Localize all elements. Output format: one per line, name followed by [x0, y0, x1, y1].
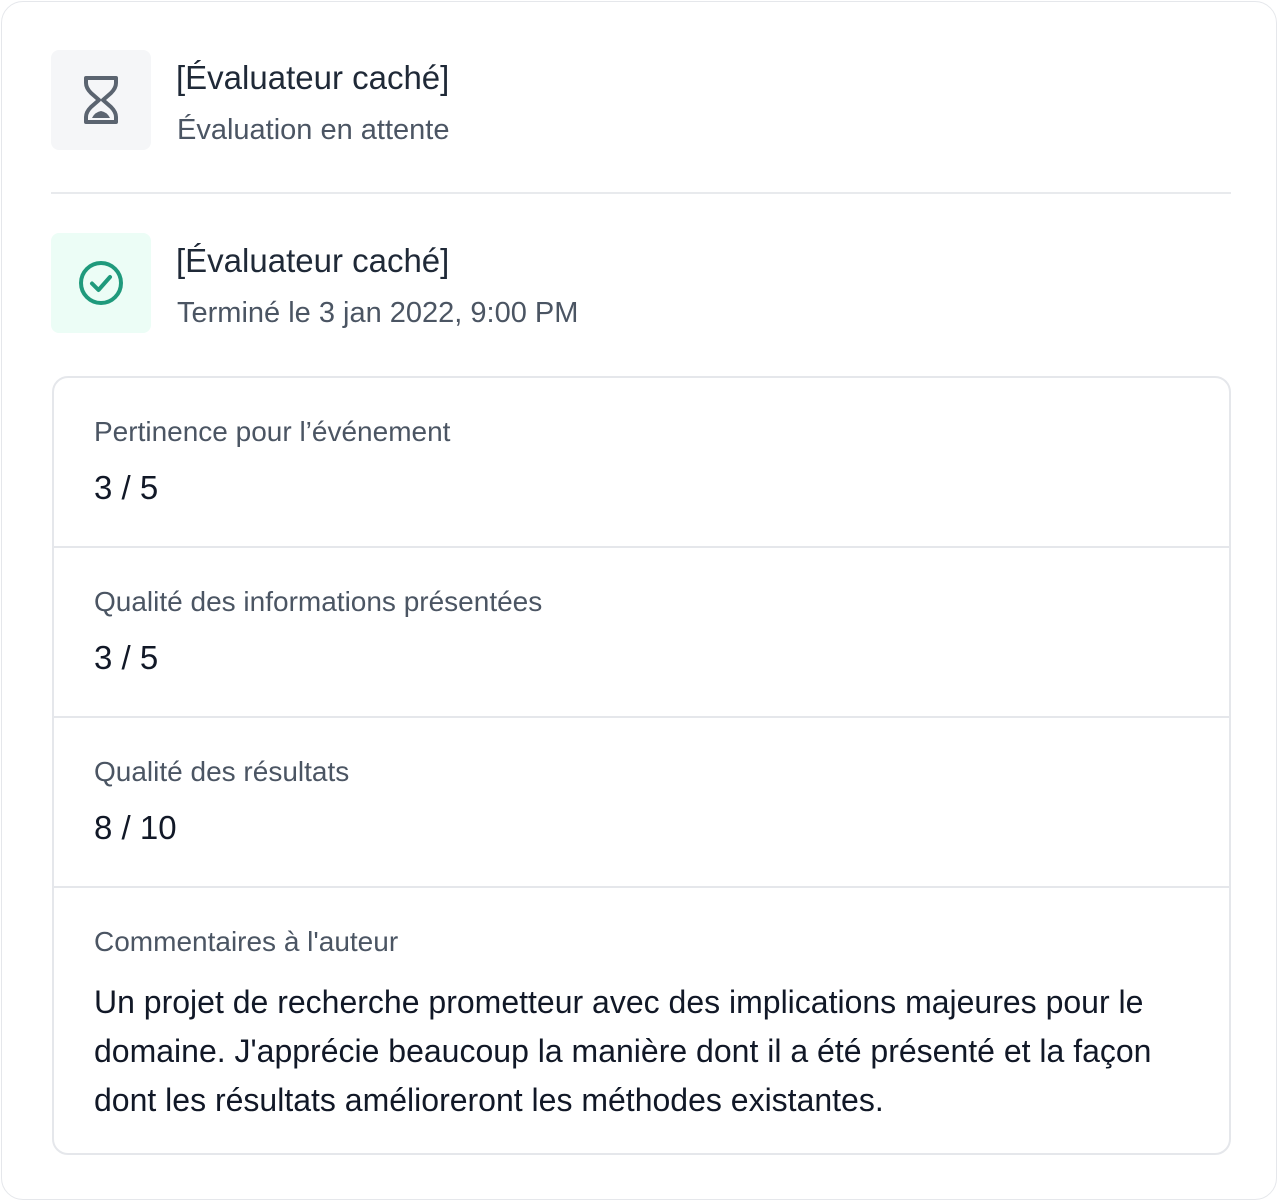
criterion-label: Qualité des résultats: [94, 756, 350, 787]
criterion-score: 3 / 5: [94, 469, 159, 506]
pending-icon-box: [51, 50, 151, 150]
criterion-score: 8 / 10: [94, 809, 177, 846]
score-row: Qualité des résultats 8 / 10: [54, 718, 1229, 888]
reviewer-pending: [Évaluateur caché] Évaluation en attente: [51, 50, 1231, 150]
reviewer-status: Évaluation en attente: [177, 114, 450, 146]
score-row: Pertinence pour l’événement 3 / 5: [54, 378, 1229, 548]
criterion-label: Qualité des informations présentées: [94, 586, 543, 617]
reviewer-status: Terminé le 3 jan 2022, 9:00 PM: [177, 297, 579, 329]
criterion-label: Pertinence pour l’événement: [94, 416, 451, 447]
review-panel: [Évaluateur caché] Évaluation en attente…: [1, 1, 1277, 1200]
reviewer-name: [Évaluateur caché]: [176, 242, 450, 279]
criterion-score: 3 / 5: [94, 639, 159, 676]
comment-row: Commentaires à l'auteur Un projet de rec…: [54, 888, 1229, 1153]
comment-text: Un projet de recherche prometteur avec d…: [94, 984, 1152, 1118]
scores-card: Pertinence pour l’événement 3 / 5 Qualit…: [52, 376, 1231, 1155]
reviewer-completed: [Évaluateur caché] Terminé le 3 jan 2022…: [51, 233, 1231, 333]
score-row: Qualité des informations présentées 3 / …: [54, 548, 1229, 718]
comment-label: Commentaires à l'auteur: [94, 926, 399, 957]
reviewer-name: [Évaluateur caché]: [176, 59, 450, 96]
hourglass-icon: [84, 76, 118, 124]
check-circle-icon: [79, 261, 123, 305]
divider: [51, 192, 1231, 194]
completed-icon-box: [51, 233, 151, 333]
